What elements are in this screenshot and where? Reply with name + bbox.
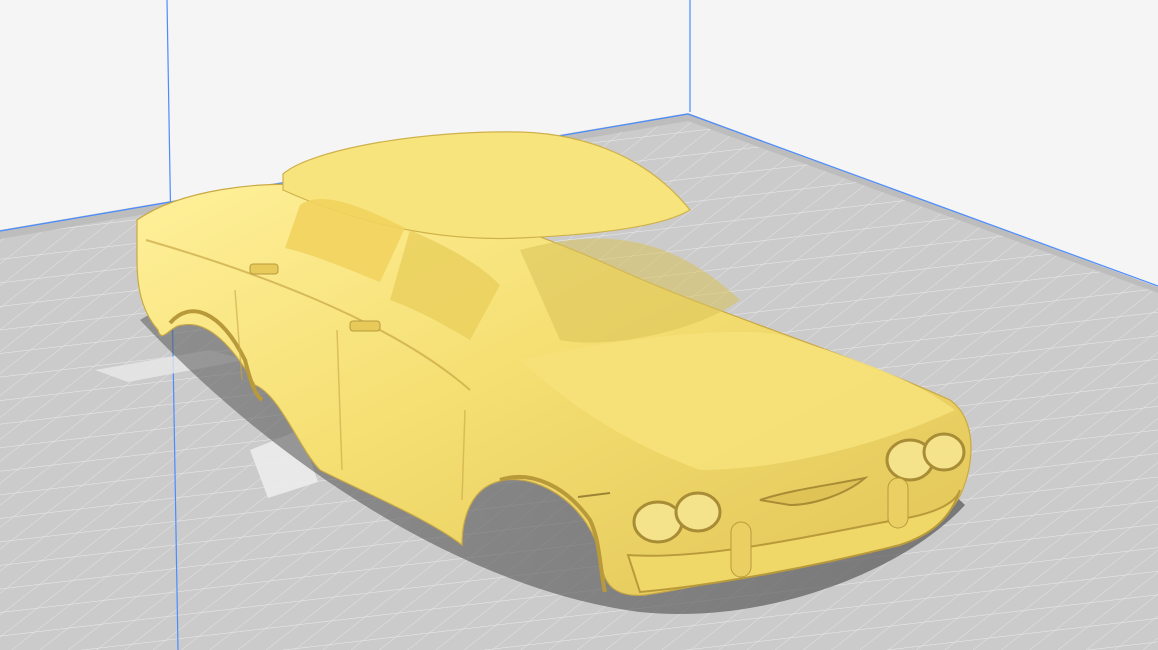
viewport[interactable] — [0, 0, 1158, 650]
bumper-guard-left — [730, 521, 752, 578]
left-headlight-outer — [632, 500, 684, 544]
scene-canvas[interactable] — [0, 0, 1158, 650]
rear-door-handle — [249, 263, 279, 275]
bumper-guard-right — [887, 477, 909, 529]
left-headlight-inner — [674, 491, 722, 533]
right-headlight-inner — [922, 432, 966, 472]
front-door-handle — [349, 320, 381, 332]
